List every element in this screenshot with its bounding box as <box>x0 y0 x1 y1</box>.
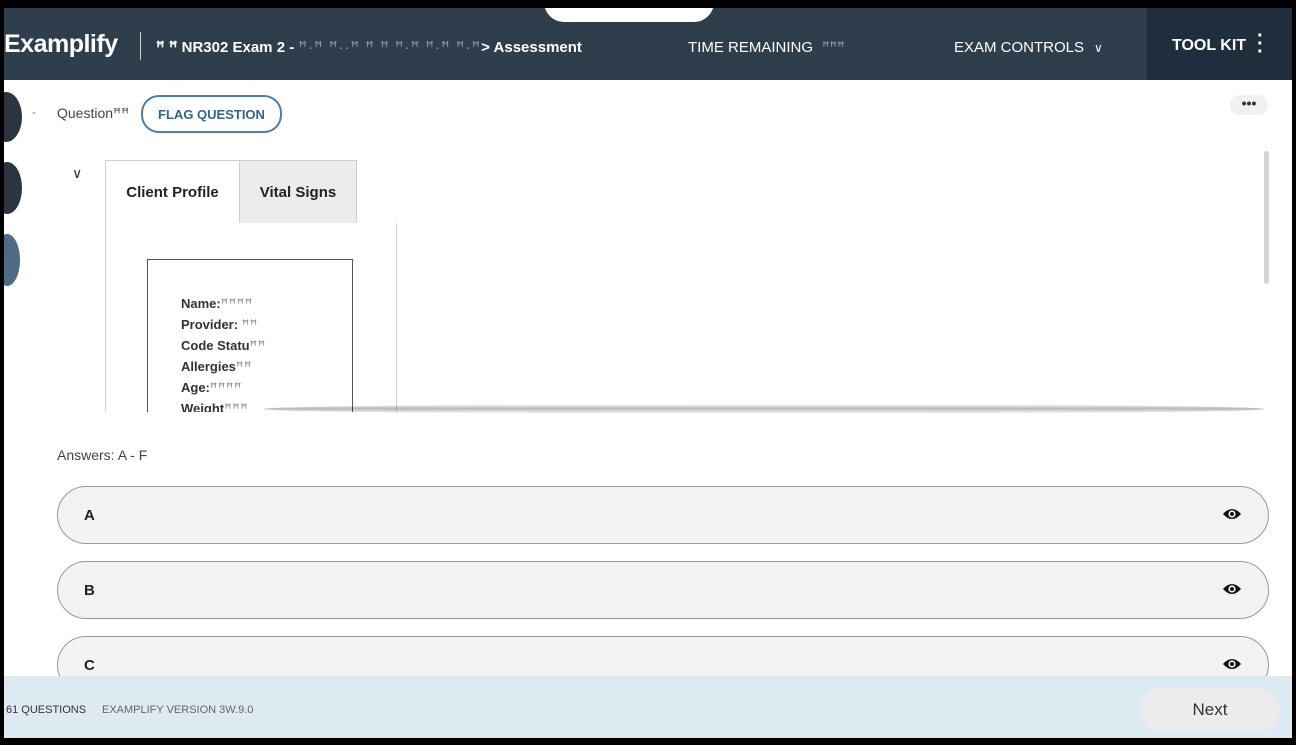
exam-controls-label: EXAM CONTROLS <box>954 39 1085 56</box>
answer-option-b[interactable]: B <box>57 561 1269 619</box>
next-button[interactable]: Next <box>1140 688 1280 732</box>
exam-title-prefix: ꟸ ꟸ NR302 Exam 2 - <box>156 39 299 56</box>
exam-window: Examplify ꟸ ꟸ NR302 Exam 2 - ꟸ·ꟸ ꟸ··ꟸ ꟸ … <box>4 8 1292 738</box>
profile-code-label: Code Statu <box>181 338 250 353</box>
pane-resize-divider[interactable] <box>264 404 1264 414</box>
eye-icon[interactable] <box>1222 581 1242 597</box>
side-navigator-item[interactable] <box>4 234 20 286</box>
question-count: 61 QUESTIONS <box>6 704 87 716</box>
answer-letter: A <box>84 507 95 524</box>
profile-provider-label: Provider: <box>181 317 239 332</box>
header-divider <box>140 32 141 60</box>
question-number: Questionꟸꟸ <box>57 105 130 121</box>
answer-letter: B <box>84 582 95 599</box>
profile-allergies-label: Allergies <box>181 359 236 374</box>
client-profile-card: Name:ꟸꟸꟸꟸ Provider: ꟸꟸ Code Statuꟸꟸ Alle… <box>147 259 353 431</box>
profile-code-status: Code Statuꟸꟸ <box>181 338 266 354</box>
time-remaining-label: TIME REMAINING <box>688 39 814 56</box>
answer-letter: C <box>84 657 95 674</box>
app-version: EXAMPLIFY VERSION 3W.9.0 <box>102 704 254 716</box>
flag-question-button[interactable]: FLAG QUESTION <box>141 95 282 133</box>
tool-kit-label: TOOL KIT <box>1172 37 1247 54</box>
profile-code-value: ꟸꟸ <box>249 338 266 353</box>
exam-title: ꟸ ꟸ NR302 Exam 2 - ꟸ·ꟸ ꟸ··ꟸ ꟸ ꟸ ꟸ·ꟸ ꟸ·ꟸ … <box>156 38 582 56</box>
footer-bar: 61 QUESTIONS EXAMPLIFY VERSION 3W.9.0 Ne… <box>4 676 1292 738</box>
profile-age-value: ꟸꟸꟸꟸ <box>209 380 242 395</box>
eye-icon[interactable] <box>1222 506 1242 522</box>
exam-controls-menu[interactable]: EXAM CONTROLS ∨ <box>954 39 1103 56</box>
profile-name-value: ꟸꟸꟸꟸ <box>220 296 253 311</box>
tool-kit-button[interactable]: TOOL KIT · · · <box>1147 8 1292 80</box>
chevron-down-icon: ∨ <box>1094 41 1103 55</box>
side-navigator-item[interactable] <box>4 92 22 142</box>
profile-name: Name:ꟸꟸꟸꟸ <box>181 296 253 312</box>
exam-title-suffix: > Assessment <box>481 39 582 56</box>
stem-scrollbar[interactable] <box>1264 151 1269 284</box>
kebab-menu-icon: · · · <box>1257 25 1264 63</box>
profile-provider: Provider: ꟸꟸ <box>181 317 258 333</box>
profile-provider-value: ꟸꟸ <box>241 317 258 332</box>
nav-dot: - <box>32 105 36 119</box>
profile-age-label: Age: <box>181 380 210 395</box>
exam-title-obscured: ꟸ·ꟸ ꟸ··ꟸ ꟸ ꟸ ꟸ·ꟸ ꟸ·ꟸ ꟸ·ꟸ <box>298 39 482 56</box>
camera-notch <box>544 8 714 22</box>
collapse-chevron-icon[interactable]: ∨ <box>72 165 82 182</box>
time-remaining-value: ꟸꟸꟸ <box>822 39 845 54</box>
answers-label: Answers: A - F <box>57 447 148 463</box>
tab-vital-signs[interactable]: Vital Signs <box>239 160 357 224</box>
profile-age: Age:ꟸꟸꟸꟸ <box>181 380 242 396</box>
app-logo: Examplify <box>4 30 118 58</box>
side-navigator-item[interactable] <box>4 162 22 214</box>
profile-allergies: Allergiesꟸꟸ <box>181 359 252 375</box>
tab-client-profile[interactable]: Client Profile <box>105 160 240 223</box>
eye-icon[interactable] <box>1222 656 1242 672</box>
profile-name-label: Name: <box>181 296 221 311</box>
profile-allergies-value: ꟸꟸ <box>235 359 252 374</box>
answer-option-a[interactable]: A <box>57 486 1269 544</box>
more-options-icon[interactable]: ••• <box>1230 95 1268 115</box>
